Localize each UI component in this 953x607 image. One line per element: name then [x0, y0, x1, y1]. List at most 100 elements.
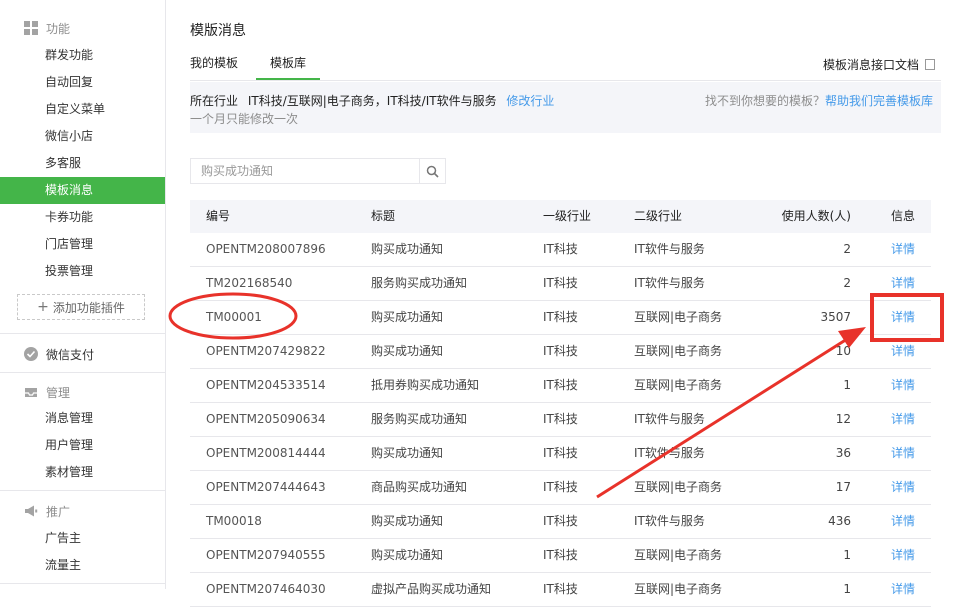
- table-row: OPENTM200814444 购买成功通知 IT科技 IT软件与服务 36 详情: [190, 437, 931, 471]
- sidebar-item-stores[interactable]: 门店管理: [0, 231, 165, 258]
- template-title: 虚拟产品购买成功通知: [371, 582, 492, 596]
- sidebar-item-advertiser[interactable]: 广告主: [0, 525, 165, 552]
- template-table: 编号 标题 一级行业 二级行业 使用人数(人) 信息 OPENTM2080078…: [190, 200, 931, 607]
- industry-level-1: IT科技: [543, 446, 578, 460]
- details-link[interactable]: 详情: [891, 573, 915, 606]
- table-row: TM00018 购买成功通知 IT科技 IT软件与服务 436 详情: [190, 505, 931, 539]
- user-count: 12: [835, 412, 851, 426]
- details-link[interactable]: 详情: [891, 369, 915, 402]
- sidebar-item-template-message[interactable]: 模板消息: [0, 177, 165, 204]
- user-count: 36: [835, 446, 851, 460]
- user-count: 17: [835, 480, 851, 494]
- details-link[interactable]: 详情: [891, 233, 915, 266]
- sidebar-item-wechat-store[interactable]: 微信小店: [0, 123, 165, 150]
- industry-level-1: IT科技: [543, 242, 578, 256]
- sidebar-divider: [0, 583, 165, 584]
- user-count: 1: [843, 378, 851, 392]
- details-link[interactable]: 详情: [891, 267, 915, 300]
- table-header: 编号 标题 一级行业 二级行业 使用人数(人) 信息: [190, 200, 931, 233]
- industry-info: 所在行业 IT科技/互联网|电子商务，IT科技/IT软件与服务 修改行业: [190, 92, 554, 109]
- template-id: OPENTM207429822: [206, 344, 326, 358]
- megaphone-icon: [24, 504, 38, 518]
- industry-level-2: IT软件与服务: [634, 276, 705, 290]
- table-row: OPENTM207429822 购买成功通知 IT科技 互联网|电子商务 10 详情: [190, 335, 931, 369]
- sidebar: 功能 群发功能 自动回复 自定义菜单 微信小店 多客服 模板消息 卡券功能 门店…: [0, 0, 166, 589]
- user-count: 10: [835, 344, 851, 358]
- table-body: OPENTM208007896 购买成功通知 IT科技 IT软件与服务 2 详情 TM202…: [190, 233, 931, 607]
- table-row: TM00001 购买成功通知 IT科技 互联网|电子商务 3507 详情: [190, 301, 931, 335]
- page-title: 模版消息: [190, 23, 246, 39]
- search-button[interactable]: [420, 158, 446, 184]
- table-row: TM202168540 服务购买成功通知 IT科技 IT软件与服务 2 详情: [190, 267, 931, 301]
- template-title: 购买成功通知: [371, 548, 444, 562]
- sidebar-divider: [0, 333, 165, 334]
- template-id: OPENTM207940555: [206, 548, 326, 562]
- improve-library-link[interactable]: 帮助我们完善模板库: [825, 94, 933, 108]
- details-link[interactable]: 详情: [891, 301, 915, 334]
- industry-level-2: 互联网|电子商务: [634, 480, 723, 494]
- details-link[interactable]: 详情: [891, 403, 915, 436]
- table-row: OPENTM208007896 购买成功通知 IT科技 IT软件与服务 2 详情: [190, 233, 931, 267]
- tab-my-templates[interactable]: 我的模板: [190, 54, 238, 80]
- industry-note: 一个月只能修改一次: [190, 112, 299, 126]
- modify-industry-link[interactable]: 修改行业: [506, 94, 554, 108]
- details-link[interactable]: 详情: [891, 505, 915, 538]
- industry-level-2: IT软件与服务: [634, 242, 705, 256]
- sidebar-item-mass-send[interactable]: 群发功能: [0, 42, 165, 69]
- industry-level-2: 互联网|电子商务: [634, 548, 723, 562]
- manage-section-header: 管理: [24, 382, 70, 402]
- add-plugin-label: 添加功能插件: [52, 300, 125, 315]
- industry-level-2: IT软件与服务: [634, 412, 705, 426]
- col-industry-1: 一级行业: [543, 209, 592, 223]
- table-row: OPENTM205090634 服务购买成功通知 IT科技 IT软件与服务 12 详情: [190, 403, 931, 437]
- sidebar-item-users[interactable]: 用户管理: [0, 432, 165, 459]
- sidebar-item-customer-service[interactable]: 多客服: [0, 150, 165, 177]
- template-title: 购买成功通知: [371, 242, 444, 256]
- add-plugin-button[interactable]: + 添加功能插件: [17, 294, 145, 320]
- industry-level-2: 互联网|电子商务: [634, 582, 723, 596]
- industry-bar: 所在行业 IT科技/互联网|电子商务，IT科技/IT软件与服务 修改行业 一个月…: [190, 82, 941, 133]
- template-id: OPENTM204533514: [206, 378, 326, 392]
- industry-value: IT科技/互联网|电子商务，IT科技/IT软件与服务: [247, 94, 497, 108]
- inbox-icon: [24, 385, 38, 399]
- sidebar-item-materials[interactable]: 素材管理: [0, 459, 165, 486]
- table-row: OPENTM204533514 抵用券购买成功通知 IT科技 互联网|电子商务 1 详情: [190, 369, 931, 403]
- sidebar-item-traffic-owner[interactable]: 流量主: [0, 552, 165, 579]
- industry-level-1: IT科技: [543, 548, 578, 562]
- template-id: OPENTM207444643: [206, 480, 326, 494]
- details-link[interactable]: 详情: [891, 471, 915, 504]
- col-title: 标题: [371, 209, 396, 223]
- search-input[interactable]: 购买成功通知: [190, 158, 420, 184]
- user-count: 3507: [820, 310, 851, 324]
- payment-label: 微信支付: [46, 347, 95, 362]
- document-icon: [925, 59, 935, 70]
- sidebar-item-auto-reply[interactable]: 自动回复: [0, 69, 165, 96]
- api-doc-link[interactable]: 模板消息接口文档: [823, 56, 935, 73]
- col-id: 编号: [206, 209, 231, 223]
- user-count: 2: [843, 242, 851, 256]
- sidebar-item-custom-menu[interactable]: 自定义菜单: [0, 96, 165, 123]
- help-text: 找不到你想要的模板？帮助我们完善模板库: [705, 92, 933, 109]
- industry-level-2: IT软件与服务: [634, 446, 705, 460]
- template-id: TM202168540: [206, 276, 293, 290]
- template-id: OPENTM200814444: [206, 446, 326, 460]
- sidebar-item-cards[interactable]: 卡券功能: [0, 204, 165, 231]
- tab-bar: 我的模板 模板库 模板消息接口文档: [190, 48, 941, 81]
- industry-level-1: IT科技: [543, 378, 578, 392]
- sidebar-item-voting[interactable]: 投票管理: [0, 258, 165, 285]
- template-id: OPENTM205090634: [206, 412, 326, 426]
- industry-level-2: 互联网|电子商务: [634, 378, 723, 392]
- table-row: OPENTM207940555 购买成功通知 IT科技 互联网|电子商务 1 详情: [190, 539, 931, 573]
- main-content: 模版消息 我的模板 模板库 模板消息接口文档 所在行业 IT科技/互联网|电子商…: [166, 0, 953, 607]
- promote-header-label: 推广: [46, 504, 71, 519]
- sidebar-item-messages[interactable]: 消息管理: [0, 405, 165, 432]
- col-info: 信息: [890, 209, 915, 223]
- help-prefix: 找不到你想要的模板？: [704, 94, 825, 108]
- details-link[interactable]: 详情: [891, 437, 915, 470]
- tab-template-library[interactable]: 模板库: [256, 54, 321, 80]
- details-link[interactable]: 详情: [891, 335, 915, 368]
- details-link[interactable]: 详情: [891, 539, 915, 572]
- sidebar-item-payment[interactable]: 微信支付: [24, 344, 94, 364]
- user-count: 436: [828, 514, 851, 528]
- plus-icon: +: [37, 299, 49, 315]
